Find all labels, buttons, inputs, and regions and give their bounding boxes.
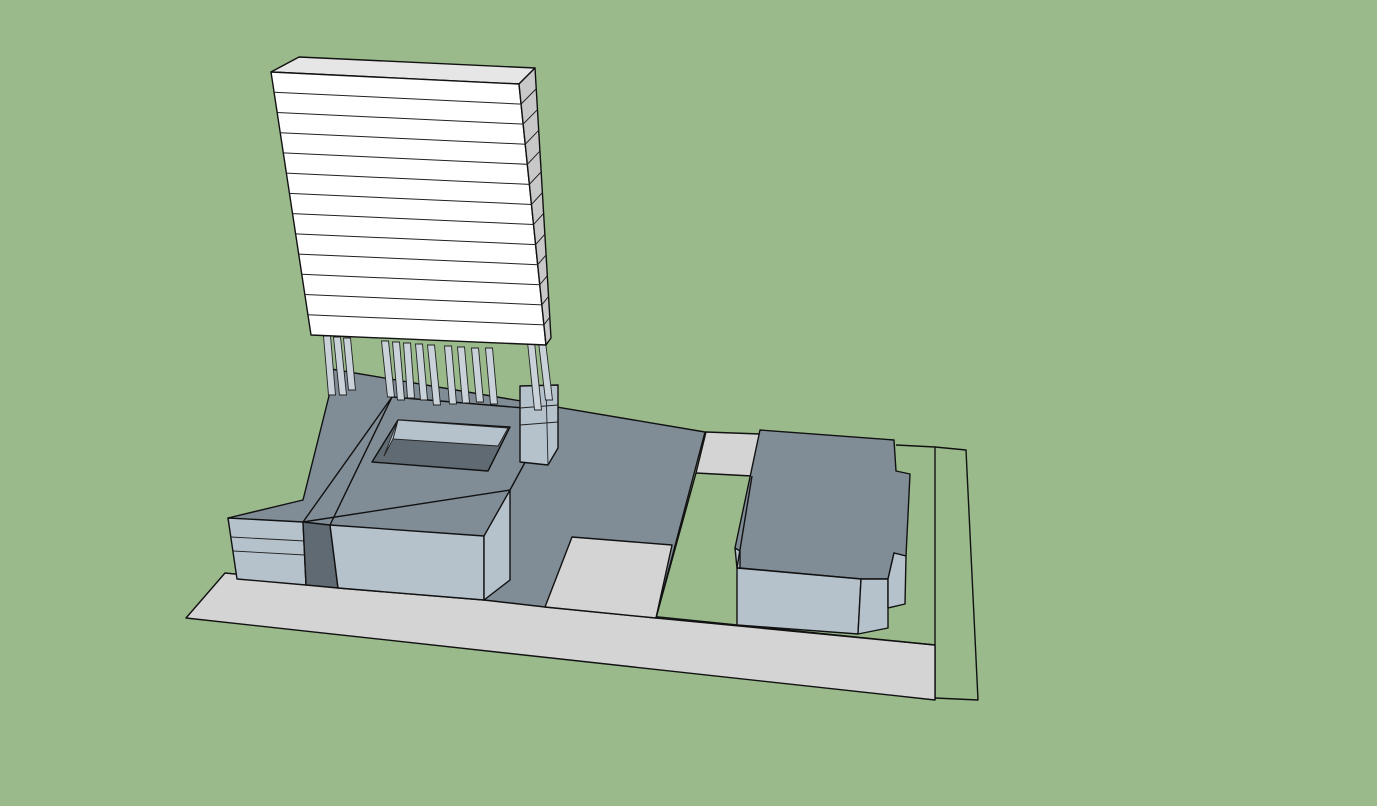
gap-paving — [695, 431, 761, 477]
tower-front-face — [270, 71, 547, 346]
right-building-roof — [734, 429, 911, 580]
ground-plane — [0, 0, 1377, 806]
left-low-block — [227, 517, 339, 589]
3d-modeling-viewport[interactable] — [0, 0, 1377, 806]
tower-block — [270, 56, 552, 346]
massing-model-scene[interactable] — [0, 0, 1377, 806]
right-building-front-wall — [736, 567, 862, 635]
courtyard-opening — [371, 419, 511, 472]
right-building — [734, 429, 911, 635]
right-building-side-wall — [857, 578, 889, 635]
